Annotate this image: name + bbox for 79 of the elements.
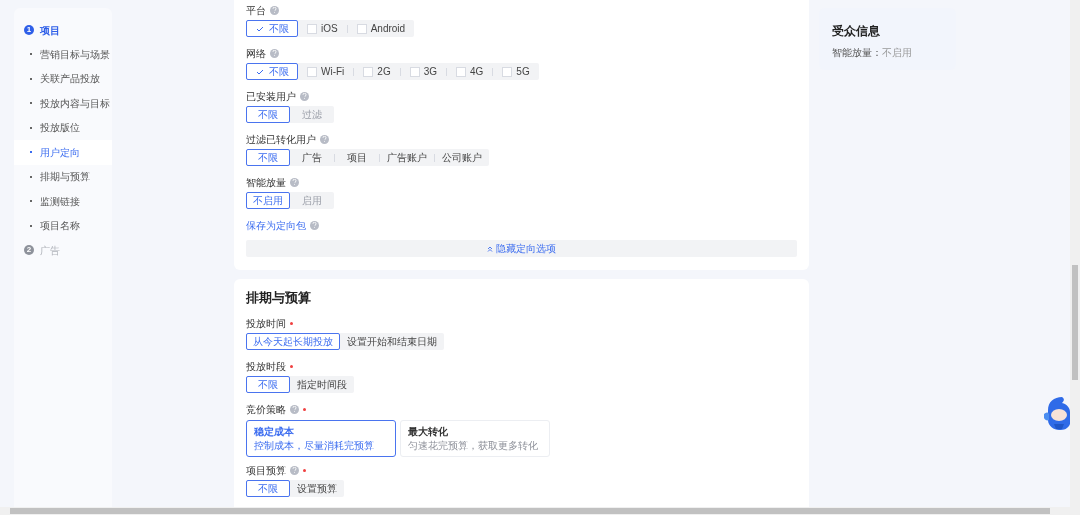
checkbox[interactable]	[307, 66, 317, 77]
option-button[interactable]: 不启用	[246, 192, 290, 209]
info-value: 不启用	[882, 46, 912, 60]
field-label: 已安装用户	[246, 89, 296, 104]
option-button[interactable]: 从今天起长期投放	[246, 333, 340, 350]
sidebar-item[interactable]: 投放内容与目标	[14, 91, 112, 116]
card-description: 控制成本，尽量消耗完预算	[254, 439, 375, 452]
double-chevron-up-icon	[487, 245, 493, 252]
sidebar-item[interactable]: 投放版位	[14, 115, 112, 140]
required-mark	[303, 468, 306, 472]
save-targeting-link[interactable]: 保存为定向包	[246, 217, 306, 233]
sidebar-item[interactable]: 关联产品投放	[14, 66, 112, 91]
option-button[interactable]: 不限	[246, 63, 298, 80]
field-label: 项目预算	[246, 463, 286, 478]
option-button[interactable]: 5G	[493, 63, 539, 80]
scrollbar-thumb[interactable]	[1072, 265, 1078, 380]
field-label: 投放时间	[246, 316, 286, 331]
help-icon	[310, 220, 319, 230]
option-button[interactable]: 广告账户	[380, 149, 434, 166]
hide-options-button[interactable]: 隐藏定向选项	[246, 240, 797, 257]
option-button[interactable]: iOS	[298, 20, 347, 37]
help-icon	[270, 5, 279, 15]
checkbox[interactable]	[456, 66, 466, 77]
option-button[interactable]: 不限	[246, 20, 298, 37]
checkbox[interactable]	[363, 66, 374, 77]
scrollbar-thumb[interactable]	[10, 508, 1050, 514]
option-button[interactable]: 设置预算	[290, 480, 344, 497]
sidebar-item[interactable]: 排期与预算	[14, 164, 112, 189]
field-label: 过滤已转化用户	[246, 132, 316, 147]
strategy-card[interactable]: 稳定成本 控制成本，尽量消耗完预算	[246, 420, 396, 457]
help-icon	[290, 404, 299, 414]
help-icon	[290, 177, 299, 187]
required-mark	[290, 364, 293, 368]
vertical-scrollbar[interactable]	[1070, 0, 1080, 507]
option-button[interactable]: 3G	[400, 63, 446, 80]
option-button[interactable]: Android	[347, 20, 415, 37]
option-button[interactable]: 不限	[246, 480, 290, 497]
step-number: 1	[24, 25, 34, 35]
field-label: 竞价策略	[246, 402, 286, 417]
required-mark	[290, 321, 293, 325]
help-icon	[320, 134, 329, 144]
help-icon	[270, 48, 279, 58]
checkbox[interactable]	[502, 66, 513, 77]
info-label: 智能放量：	[832, 46, 882, 60]
option-button[interactable]: Wi-Fi	[298, 63, 354, 80]
option-button[interactable]: 广告	[290, 149, 334, 166]
help-icon	[290, 465, 299, 475]
option-button[interactable]: 4G	[447, 63, 493, 80]
section-title: 排期与预算	[246, 290, 312, 306]
option-button[interactable]: 不限	[246, 106, 290, 123]
step-label[interactable]: 项目	[40, 22, 60, 38]
field-label: 网络	[246, 46, 266, 61]
assistant-mascot-icon[interactable]	[1044, 396, 1070, 430]
field-label: 智能放量	[246, 175, 286, 190]
option-button[interactable]: 不限	[246, 149, 290, 166]
sidebar-item[interactable]: 项目名称	[14, 213, 112, 238]
checkbox[interactable]	[409, 66, 420, 77]
option-button[interactable]: 设置开始和结束日期	[340, 333, 444, 350]
option-button[interactable]: 项目	[335, 149, 379, 166]
sidebar-item[interactable]: 用户定向	[14, 140, 112, 165]
sidebar-item[interactable]: 监测链接	[14, 189, 112, 214]
option-button[interactable]: 公司账户	[435, 149, 489, 166]
field-label: 平台	[246, 3, 266, 18]
card-title: 最大转化	[408, 425, 449, 438]
panel-title: 受众信息	[832, 23, 881, 40]
step-number: 2	[24, 245, 34, 255]
field-label: 投放时段	[246, 359, 286, 374]
option-button[interactable]: 指定时间段	[290, 376, 354, 393]
option-button[interactable]: 不限	[246, 376, 290, 393]
checkbox[interactable]	[307, 23, 317, 34]
checkbox[interactable]	[356, 23, 367, 34]
help-icon	[300, 91, 309, 101]
horizontal-scrollbar[interactable]	[0, 507, 1080, 515]
card-description: 匀速花完预算，获取更多转化	[408, 439, 539, 452]
option-button[interactable]: 2G	[354, 63, 400, 80]
strategy-card[interactable]: 最大转化 匀速花完预算，获取更多转化	[400, 420, 550, 457]
card-title: 稳定成本	[254, 425, 295, 438]
required-mark	[303, 407, 306, 411]
sidebar-item[interactable]: 营销目标与场景	[14, 42, 112, 67]
